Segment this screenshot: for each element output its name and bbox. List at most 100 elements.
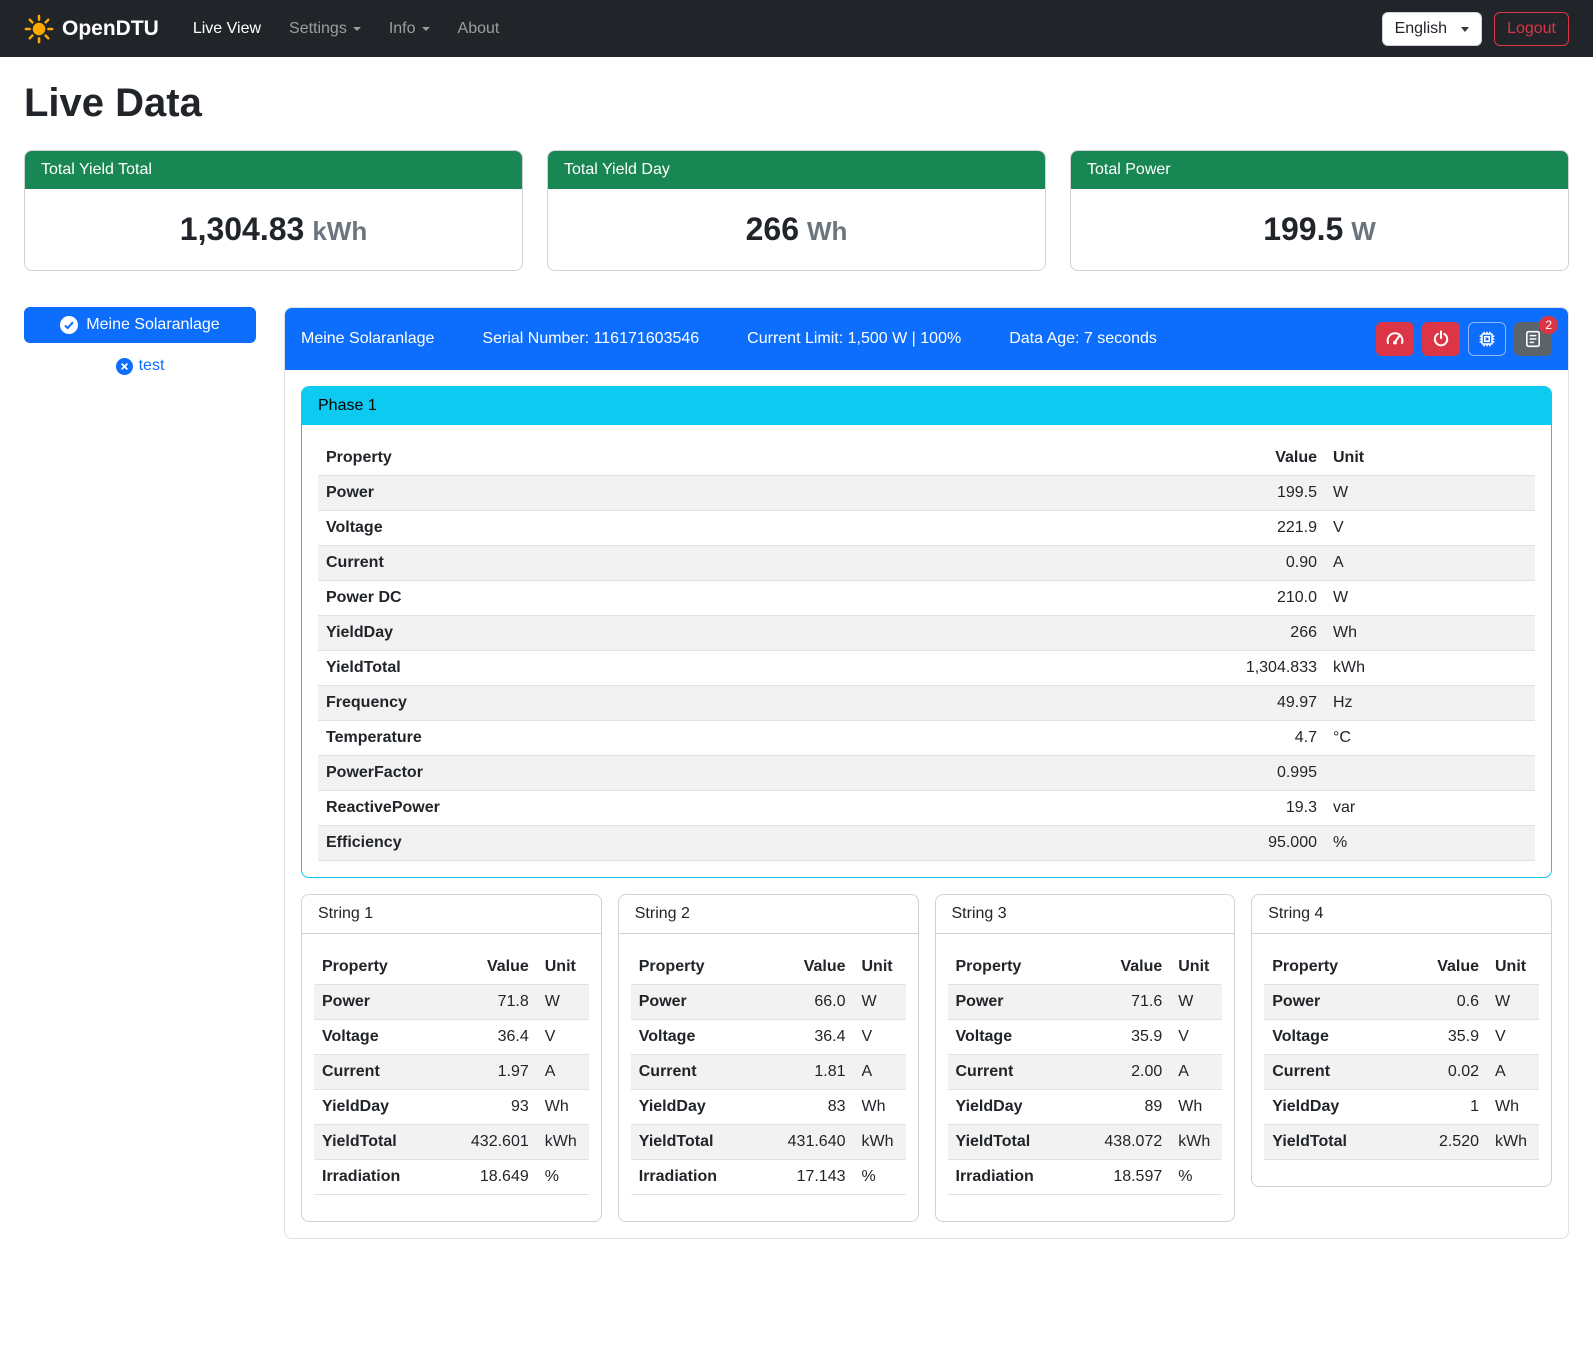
table-row: Power66.0W — [631, 985, 906, 1020]
nav-item-about[interactable]: About — [448, 12, 510, 46]
inverter-panel-body: Phase 1 PropertyValueUnitPower199.5WVolt… — [285, 370, 1568, 1238]
data-age: Data Age: 7 seconds — [1009, 330, 1157, 348]
table-row: YieldDay89Wh — [948, 1090, 1223, 1125]
card-header: Total Power — [1071, 151, 1568, 189]
column-header: Property — [948, 950, 1093, 985]
table-row: Irradiation18.649% — [314, 1160, 589, 1195]
event-log-button[interactable]: 2 — [1514, 322, 1552, 356]
inverter-panel: Meine Solaranlage Serial Number: 1161716… — [284, 307, 1569, 1239]
card-unit: kWh — [312, 216, 367, 246]
value-cell: 19.3 — [1145, 791, 1325, 826]
property-cell: YieldDay — [948, 1090, 1093, 1125]
value-cell: 17.143 — [776, 1160, 854, 1195]
column-header: Unit — [1487, 950, 1539, 985]
language-select[interactable]: English — [1382, 12, 1482, 46]
cpu-icon — [1478, 330, 1496, 348]
column-header: Unit — [1170, 950, 1222, 985]
main-layout: Meine Solaranlage test Meine Solaranlage… — [24, 307, 1569, 1239]
value-cell: 0.6 — [1409, 985, 1487, 1020]
value-cell: 0.90 — [1145, 546, 1325, 581]
column-header: Property — [1264, 950, 1409, 985]
inverter-select-button[interactable]: Meine Solaranlage — [24, 307, 256, 343]
chevron-down-icon — [353, 27, 361, 31]
page-content: Live Data Total Yield Total 1,304.83kWh … — [0, 57, 1593, 1267]
inverter-name: Meine Solaranlage — [301, 330, 434, 348]
unit-cell: A — [854, 1055, 906, 1090]
value-cell: 4.7 — [1145, 721, 1325, 756]
unit-cell: Wh — [1325, 616, 1535, 651]
value-cell: 66.0 — [776, 985, 854, 1020]
unit-cell: A — [537, 1055, 589, 1090]
power-toggle-button[interactable] — [1422, 322, 1460, 356]
value-cell: 49.97 — [1145, 686, 1325, 721]
value-cell: 431.640 — [776, 1125, 854, 1160]
column-header: Value — [459, 950, 537, 985]
nav-item-settings[interactable]: Settings — [279, 12, 371, 46]
nav-item-live-view[interactable]: Live View — [183, 12, 271, 46]
string-card-1: String 1PropertyValueUnitPower71.8WVolta… — [301, 894, 602, 1222]
column-header: Value — [1409, 950, 1487, 985]
nav-links: Live ViewSettingsInfoAbout — [183, 12, 1358, 46]
string-card-body: PropertyValueUnitPower66.0WVoltage36.4VC… — [619, 934, 918, 1221]
card-value: 199.5 — [1263, 211, 1343, 247]
property-cell: YieldTotal — [318, 651, 1145, 686]
unit-cell: Wh — [1170, 1090, 1222, 1125]
property-cell: Irradiation — [948, 1160, 1093, 1195]
device-info-button[interactable] — [1468, 322, 1506, 356]
card-body: 199.5 W — [1071, 189, 1568, 270]
property-cell: Power — [948, 985, 1093, 1020]
table-row: Power71.6W — [948, 985, 1223, 1020]
data-table: PropertyValueUnitPower71.6WVoltage35.9VC… — [948, 950, 1223, 1195]
string-card-header: String 1 — [302, 895, 601, 934]
value-cell: 83 — [776, 1090, 854, 1125]
value-cell: 18.649 — [459, 1160, 537, 1195]
table-row: Temperature4.7°C — [318, 721, 1535, 756]
value-cell: 1.97 — [459, 1055, 537, 1090]
table-row: YieldTotal1,304.833kWh — [318, 651, 1535, 686]
unit-cell: kWh — [1487, 1125, 1539, 1160]
property-cell: Current — [631, 1055, 776, 1090]
card-total-yield-day: Total Yield Day 266Wh — [547, 150, 1046, 271]
column-header: Property — [314, 950, 459, 985]
limit-settings-button[interactable] — [1376, 322, 1414, 356]
card-unit: W — [1351, 216, 1376, 246]
nav-item-info[interactable]: Info — [379, 12, 440, 46]
property-cell: YieldDay — [314, 1090, 459, 1125]
power-icon — [1432, 330, 1450, 348]
value-cell: 71.6 — [1092, 985, 1170, 1020]
property-cell: ReactivePower — [318, 791, 1145, 826]
value-cell: 1.81 — [776, 1055, 854, 1090]
unit-cell: W — [854, 985, 906, 1020]
brand[interactable]: OpenDTU — [24, 14, 159, 44]
unit-cell: W — [1487, 985, 1539, 1020]
inverter-panel-header: Meine Solaranlage Serial Number: 1161716… — [285, 308, 1568, 370]
table-row: Current1.97A — [314, 1055, 589, 1090]
table-row: Current2.00A — [948, 1055, 1223, 1090]
unit-cell: A — [1487, 1055, 1539, 1090]
string-card-3: String 3PropertyValueUnitPower71.6WVolta… — [935, 894, 1236, 1222]
property-cell: Voltage — [318, 511, 1145, 546]
table-row: Power DC210.0W — [318, 581, 1535, 616]
logout-button[interactable]: Logout — [1494, 12, 1569, 46]
card-value: 266 — [746, 211, 799, 247]
string-card-body: PropertyValueUnitPower0.6WVoltage35.9VCu… — [1252, 934, 1551, 1186]
property-cell: Current — [948, 1055, 1093, 1090]
inverter-item-test[interactable]: test — [24, 357, 256, 375]
page-title: Live Data — [24, 81, 1569, 126]
table-row: Power199.5W — [318, 476, 1535, 511]
unit-cell: A — [1170, 1055, 1222, 1090]
value-cell: 199.5 — [1145, 476, 1325, 511]
property-cell: Irradiation — [631, 1160, 776, 1195]
unit-cell: V — [854, 1020, 906, 1055]
navbar: OpenDTU Live ViewSettingsInfoAbout Engli… — [0, 0, 1593, 57]
unit-cell: kWh — [854, 1125, 906, 1160]
property-cell: YieldTotal — [1264, 1125, 1409, 1160]
value-cell: 18.597 — [1092, 1160, 1170, 1195]
brand-label: OpenDTU — [62, 17, 159, 41]
property-cell: Power DC — [318, 581, 1145, 616]
string-card-header: String 2 — [619, 895, 918, 934]
unit-cell: W — [537, 985, 589, 1020]
value-cell: 438.072 — [1092, 1125, 1170, 1160]
column-header: Value — [1092, 950, 1170, 985]
unit-cell: var — [1325, 791, 1535, 826]
